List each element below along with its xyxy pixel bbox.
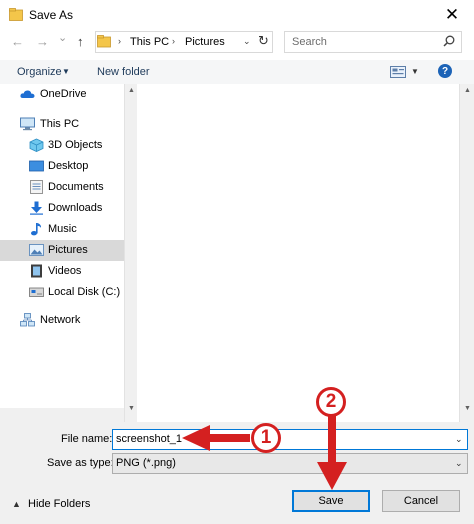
network-icon <box>20 313 35 327</box>
nav-item-label: Pictures <box>48 244 88 256</box>
nav-item-onedrive[interactable]: OneDrive <box>0 84 124 105</box>
breadcrumb-pictures[interactable]: Pictures <box>185 36 225 48</box>
search-input[interactable]: Search <box>292 36 327 48</box>
nav-item-label: Music <box>48 223 77 235</box>
up-arrow-icon[interactable]: ↑ <box>77 34 84 49</box>
save-button-label: Save <box>318 495 344 507</box>
save-as-type-value[interactable]: PNG (*.png) <box>116 457 176 469</box>
nav-item-desktop[interactable]: Desktop <box>0 156 124 177</box>
view-options-icon[interactable] <box>390 66 406 78</box>
nav-item-downloads[interactable]: Downloads <box>0 198 124 219</box>
nav-item-label: 3D Objects <box>48 139 103 151</box>
documents-icon <box>30 180 43 194</box>
nav-item-documents[interactable]: Documents <box>0 177 124 198</box>
save-as-type-label: Save as type: <box>47 457 114 469</box>
nav-item-label: Network <box>40 314 81 326</box>
navigation-pane-scrollbar[interactable]: ▲ ▼ <box>124 84 137 422</box>
close-button[interactable]: ✕ <box>430 0 474 30</box>
file-name-dropdown-chevron-icon[interactable]: ⌄ <box>455 434 463 445</box>
caret-up-icon[interactable]: ▲ <box>12 499 21 509</box>
nav-item-label: Desktop <box>48 160 89 172</box>
cancel-button-label: Cancel <box>403 495 439 507</box>
scroll-down-arrow-icon[interactable]: ▼ <box>464 405 471 412</box>
recent-locations-chevron-icon[interactable]: ⌄ <box>58 31 67 44</box>
scroll-up-arrow-icon[interactable]: ▲ <box>464 87 471 94</box>
back-arrow-icon[interactable]: ← <box>11 34 24 49</box>
computer-icon <box>20 117 35 131</box>
window-title: Save As <box>29 8 74 22</box>
annotation-arrow-left-icon <box>182 425 250 451</box>
desktop-icon <box>29 160 44 172</box>
forward-arrow-icon[interactable]: → <box>36 34 49 49</box>
nav-item-label: This PC <box>40 118 80 130</box>
local-disk-icon <box>29 287 44 297</box>
breadcrumb-this-pc[interactable]: This PC <box>130 36 169 48</box>
file-list-area[interactable] <box>137 84 459 422</box>
annotation-step-badge: 2 <box>316 387 346 417</box>
annotation-step-badge: 1 <box>251 423 281 453</box>
scroll-up-arrow-icon[interactable]: ▲ <box>128 87 135 94</box>
hide-folders-button[interactable]: Hide Folders <box>28 498 90 510</box>
navigation-pane: OneDrive This PC 3D Objects Desktop Docu… <box>0 84 124 408</box>
navigation-pane-horizontal-scrollbar[interactable] <box>0 408 124 422</box>
downloads-icon <box>30 201 43 215</box>
annotation-arrow-down-icon <box>317 416 347 490</box>
file-list-scrollbar[interactable]: ▲ ▼ <box>459 84 474 422</box>
save-as-app-icon <box>9 8 23 21</box>
nav-item-local-disk[interactable]: Local Disk (C:) <box>0 282 124 303</box>
nav-item-label: Videos <box>48 265 82 277</box>
music-note-icon <box>31 223 42 236</box>
file-name-label: File name: <box>61 433 113 445</box>
save-button[interactable]: Save <box>292 490 370 512</box>
address-dropdown-chevron-icon[interactable]: ⌄ <box>243 36 251 47</box>
onedrive-cloud-icon <box>20 90 35 98</box>
nav-item-label: Documents <box>48 181 104 193</box>
folder-icon <box>97 35 111 48</box>
pictures-icon <box>29 244 44 256</box>
nav-item-label: OneDrive <box>40 88 87 100</box>
nav-item-label: Downloads <box>48 202 103 214</box>
breadcrumb-separator-icon[interactable]: › <box>118 36 121 46</box>
nav-item-music[interactable]: Music <box>0 219 124 240</box>
caret-down-icon[interactable]: ▼ <box>411 67 419 76</box>
save-as-type-dropdown-chevron-icon[interactable]: ⌄ <box>455 458 463 469</box>
nav-item-network[interactable]: Network <box>0 310 124 331</box>
nav-item-3d-objects[interactable]: 3D Objects <box>0 135 124 156</box>
refresh-icon[interactable]: ↻ <box>258 33 269 49</box>
nav-item-videos[interactable]: Videos <box>0 261 124 282</box>
nav-item-label: Local Disk (C:) <box>48 286 121 298</box>
nav-item-pictures[interactable]: Pictures <box>0 240 124 261</box>
new-folder-button[interactable]: New folder <box>97 66 150 78</box>
help-icon[interactable]: ? <box>438 64 452 78</box>
search-icon[interactable] <box>443 35 455 47</box>
3d-objects-icon <box>29 138 44 152</box>
cancel-button[interactable]: Cancel <box>382 490 460 512</box>
organize-menu-button[interactable]: Organize <box>17 66 62 78</box>
scroll-down-arrow-icon[interactable]: ▼ <box>128 405 135 412</box>
videos-icon <box>31 264 42 278</box>
nav-item-this-pc[interactable]: This PC <box>0 114 124 135</box>
file-name-value[interactable]: screenshot_1 <box>116 433 182 445</box>
caret-down-icon[interactable]: ▼ <box>62 67 70 76</box>
breadcrumb-separator-icon[interactable]: › <box>172 36 175 46</box>
